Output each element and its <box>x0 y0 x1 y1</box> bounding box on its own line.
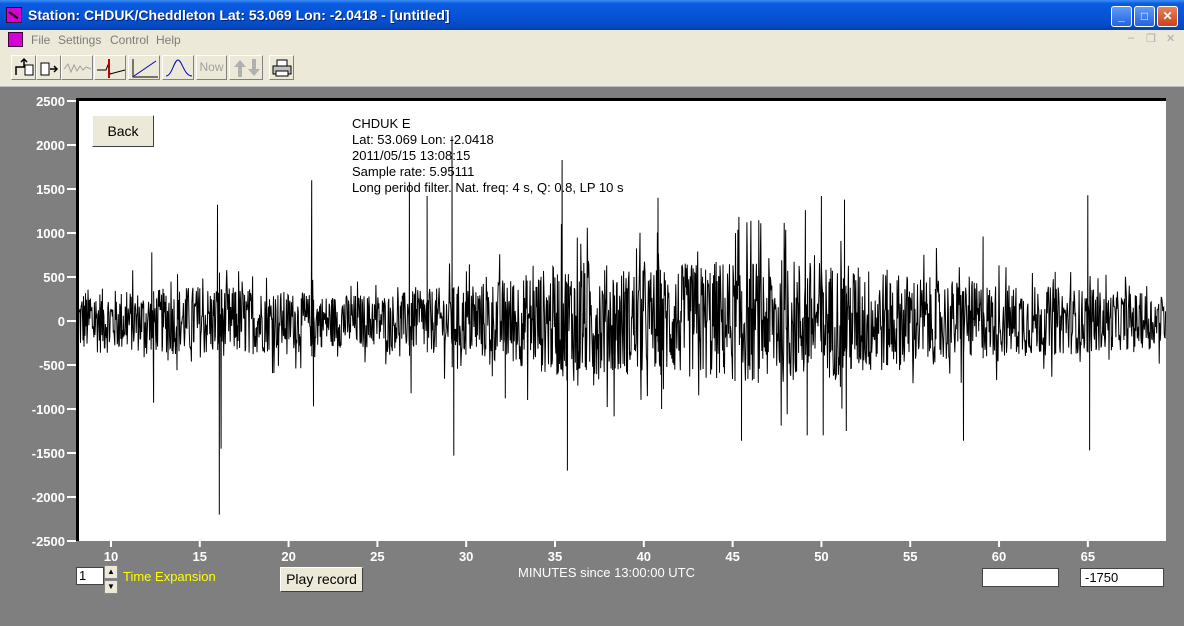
value-field-left[interactable] <box>982 568 1059 587</box>
y-tick-label: 1500 <box>36 182 65 197</box>
y-tick-label: 2000 <box>36 138 65 153</box>
minimize-button[interactable]: _ <box>1111 6 1132 27</box>
sample-rate: Sample rate: 5.95111 <box>352 164 475 179</box>
magnitude-button[interactable] <box>128 55 160 80</box>
x-tick-label: 65 <box>1081 549 1095 564</box>
x-tick-label: 45 <box>725 549 739 564</box>
spectrum-icon <box>165 59 193 77</box>
window-title: Station: CHDUK/Cheddleton Lat: 53.069 Lo… <box>28 7 450 23</box>
save-file-button[interactable] <box>36 55 61 80</box>
waveform-icon <box>63 63 92 74</box>
up-down-arrows-icon <box>234 59 260 77</box>
time-expansion-label: Time Expansion <box>123 569 216 584</box>
x-tick-label: 20 <box>281 549 295 564</box>
station-name: CHDUK E <box>352 116 411 131</box>
x-tick-label: 15 <box>193 549 207 564</box>
station-coordinates: Lat: 53.069 Lon: -2.0418 <box>352 132 494 147</box>
app-icon[interactable] <box>6 7 22 23</box>
event-pick-icon <box>97 59 126 78</box>
x-tick-label: 30 <box>459 549 473 564</box>
x-axis-label: MINUTES since 13:00:00 UTC <box>518 565 696 580</box>
x-tick-label: 10 <box>104 549 118 564</box>
y-tick-label: -2000 <box>32 490 65 505</box>
document-icon[interactable] <box>8 32 23 47</box>
x-tick-label: 55 <box>903 549 917 564</box>
y-tick-label: -500 <box>39 358 65 373</box>
value-field-right[interactable]: -1750 <box>1080 568 1164 587</box>
x-tick-label: 60 <box>992 549 1006 564</box>
seismogram-chart <box>79 136 1166 515</box>
x-tick-label: 35 <box>548 549 562 564</box>
up-down-button[interactable] <box>229 55 263 80</box>
y-tick-label: -1500 <box>32 446 65 461</box>
y-tick-label: -1000 <box>32 402 65 417</box>
open-file-icon <box>15 57 34 76</box>
y-tick-label: 0 <box>58 314 65 329</box>
x-tick-label: 50 <box>814 549 828 564</box>
title-bar: Station: CHDUK/Cheddleton Lat: 53.069 Lo… <box>0 0 1184 30</box>
menu-bar: File Settings Control Help – ❐ ✕ <box>0 30 1184 50</box>
printer-icon <box>272 59 292 77</box>
close-button[interactable]: ✕ <box>1157 6 1178 27</box>
save-file-icon <box>40 62 59 76</box>
pick-event-button[interactable] <box>94 55 126 80</box>
print-button[interactable] <box>269 55 294 80</box>
mdi-minimize-icon[interactable]: – <box>1128 32 1134 44</box>
x-tick-label: 25 <box>370 549 384 564</box>
spin-down-icon[interactable]: ▼ <box>104 580 118 594</box>
play-record-button[interactable]: Play record <box>280 567 363 592</box>
y-tick-label: 500 <box>43 270 65 285</box>
menu-control[interactable]: Control <box>110 33 149 47</box>
x-tick-label: 40 <box>637 549 651 564</box>
y-tick-label: 1000 <box>36 226 65 241</box>
menu-help[interactable]: Help <box>156 33 181 47</box>
back-button[interactable]: Back <box>92 115 154 147</box>
open-file-button[interactable] <box>11 55 36 80</box>
toolbar: Now <box>0 50 1184 87</box>
y-tick-label: 2500 <box>36 94 65 109</box>
y-tick-label: -2500 <box>32 534 65 549</box>
mdi-restore-icon[interactable]: ❐ <box>1146 32 1156 45</box>
filter-description: Long period filter. Nat. freq: 4 s, Q: 0… <box>352 180 624 195</box>
menu-settings[interactable]: Settings <box>58 33 101 47</box>
maximize-button[interactable]: □ <box>1134 6 1155 27</box>
spin-up-icon[interactable]: ▲ <box>104 565 118 579</box>
menu-file[interactable]: File <box>31 33 50 47</box>
waveform-button[interactable] <box>61 55 93 80</box>
mdi-close-icon[interactable]: ✕ <box>1166 32 1175 45</box>
record-datetime: 2011/05/15 13:08:15 <box>352 148 471 163</box>
magnitude-graph-icon <box>132 59 158 78</box>
seismogram-plot[interactable] <box>76 98 1166 541</box>
now-button[interactable]: Now <box>196 55 227 80</box>
spectrum-button[interactable] <box>162 55 194 80</box>
time-expansion-input[interactable]: 1 <box>76 567 104 585</box>
